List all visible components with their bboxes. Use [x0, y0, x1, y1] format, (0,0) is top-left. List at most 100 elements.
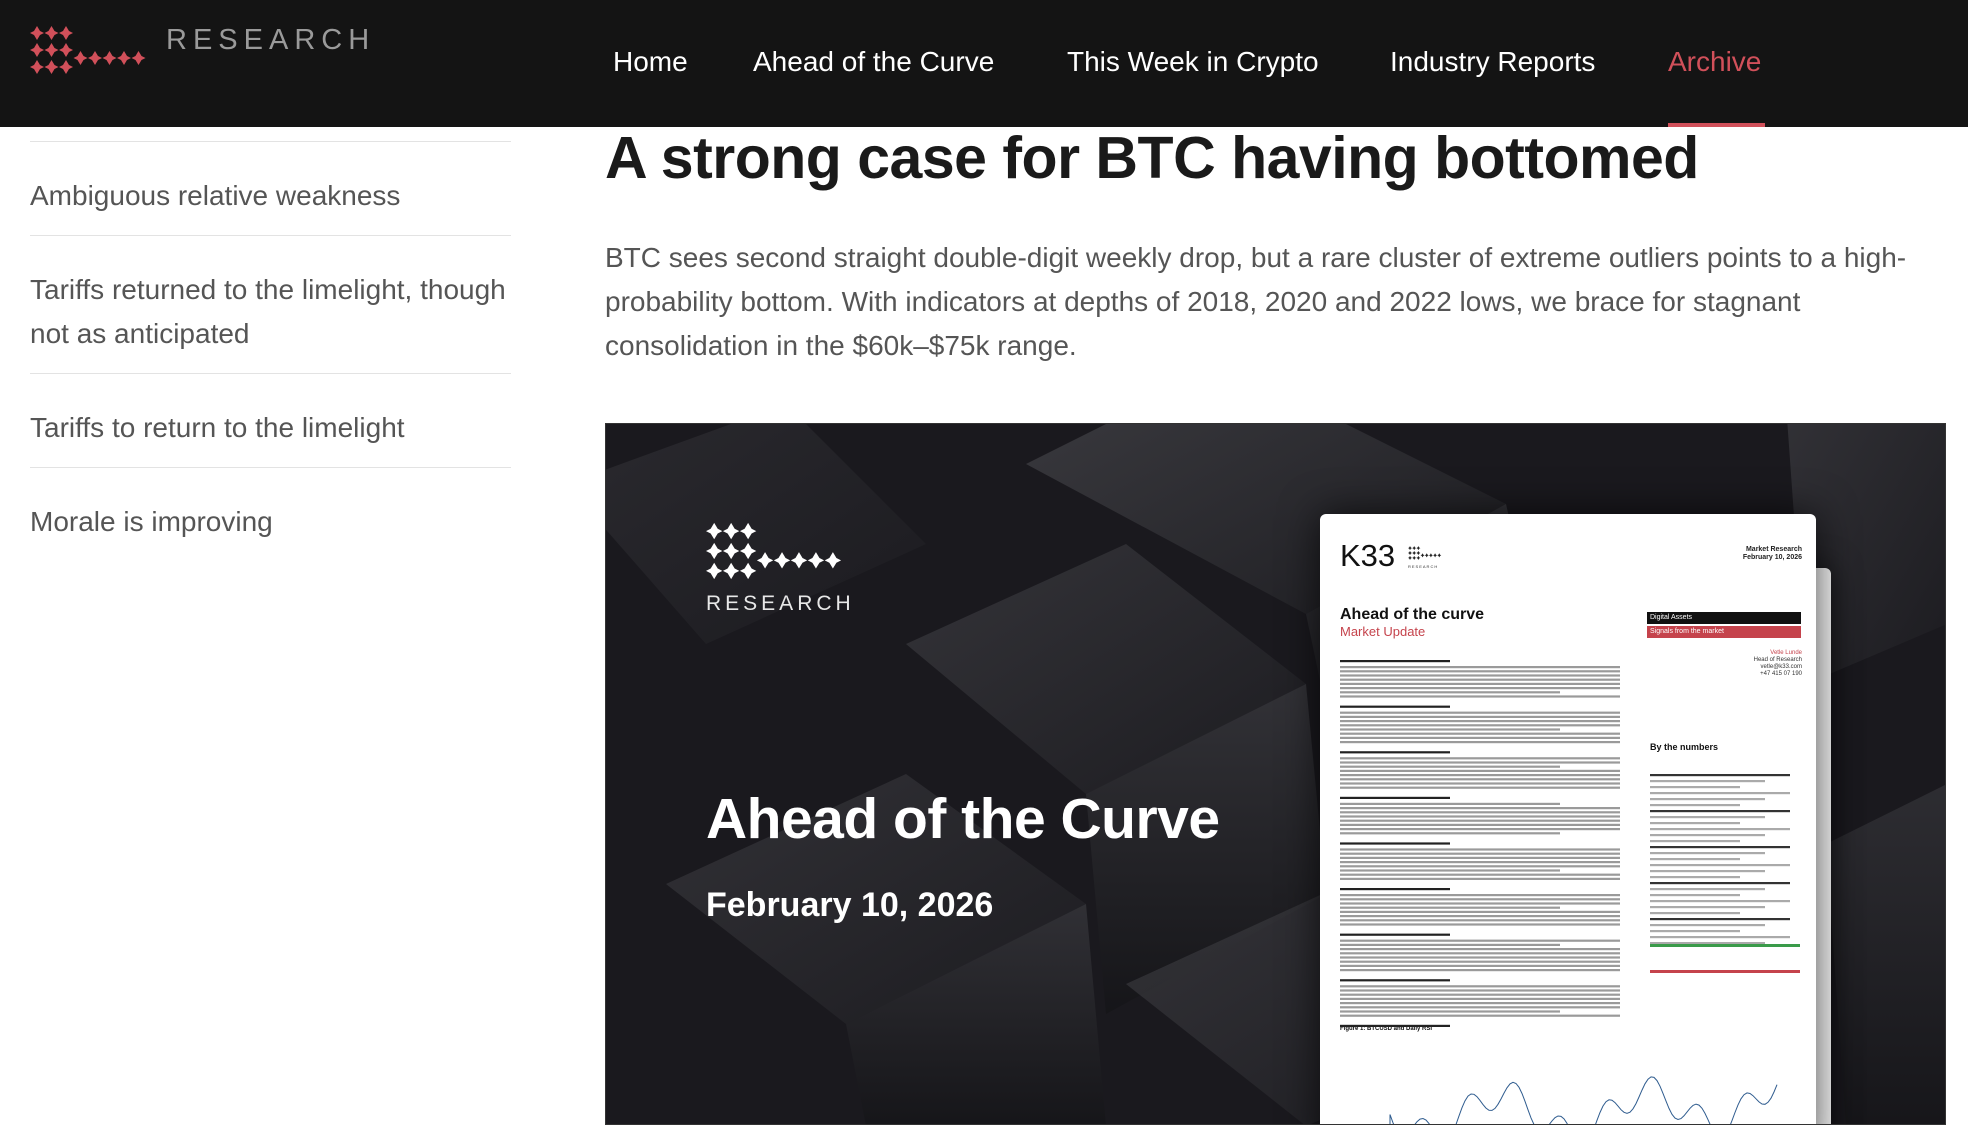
- doc-text-line: [1340, 910, 1620, 913]
- doc-text-line: [1340, 786, 1620, 789]
- doc-text-line: [1340, 956, 1620, 959]
- nav-industry-reports[interactable]: Industry Reports: [1390, 46, 1595, 78]
- logo-diamond: [722, 542, 740, 560]
- article-main: A strong case for BTC having bottomed BT…: [605, 118, 1945, 368]
- doc-red-divider: [1650, 970, 1800, 973]
- doc-text-line: [1650, 828, 1790, 831]
- doc-text-line: [1340, 1010, 1560, 1013]
- doc-text-line: [1650, 852, 1765, 855]
- sidebar-item-morale-is-improving[interactable]: Morale is improving: [30, 467, 511, 561]
- logo-diamond: [739, 522, 757, 540]
- doc-text-line: [1340, 993, 1620, 996]
- logo-diamond: [59, 43, 73, 57]
- doc-text-line: [1340, 811, 1620, 814]
- doc-text-line: [1650, 780, 1765, 783]
- doc-text-line: [1650, 786, 1740, 789]
- doc-text-line: [1340, 741, 1620, 744]
- doc-text-line: [1650, 816, 1765, 819]
- nav-this-week-in-crypto[interactable]: This Week in Crypto: [1067, 46, 1319, 78]
- logo-diamond: [790, 552, 808, 569]
- doc-text-line: [1340, 919, 1620, 922]
- doc-text-line: [1340, 823, 1620, 826]
- nav-archive[interactable]: Archive: [1668, 46, 1761, 78]
- doc-text-line: [1650, 840, 1740, 843]
- logo-diamond: [117, 51, 131, 65]
- doc-text-line: [1340, 769, 1620, 772]
- sidebar-item-ambiguous-relative-weakness[interactable]: Ambiguous relative weakness: [30, 142, 511, 235]
- doc-text-line: [1650, 924, 1765, 927]
- sidebar-item-tariffs-returned[interactable]: Tariffs returned to the limelight, thoug…: [30, 235, 511, 373]
- doc-text-line: [1650, 834, 1765, 837]
- doc-text-line: [1650, 900, 1790, 903]
- doc-text-line: [1340, 711, 1620, 714]
- doc-text-line: [1340, 969, 1620, 972]
- doc-text-line: [1340, 985, 1620, 988]
- doc-text-line: [1340, 842, 1450, 845]
- doc-text-line: [1340, 715, 1620, 718]
- doc-text-line: [1340, 989, 1620, 992]
- doc-text-line: [1650, 942, 1765, 945]
- logo-diamond: [44, 26, 59, 40]
- doc-text-line: [1340, 720, 1620, 723]
- doc-text-line: [1340, 979, 1450, 982]
- logo-diamond: [30, 43, 44, 57]
- logo-diamond: [807, 552, 825, 569]
- top-navigation-bar: RESEARCH Home Ahead of the Curve This We…: [0, 0, 1968, 127]
- doc-text-line: [1650, 918, 1790, 921]
- doc-text-line: [1340, 660, 1450, 663]
- doc-mini-chart-line: [1389, 1076, 1778, 1124]
- doc-text-line: [1340, 674, 1620, 677]
- brand-research-label: RESEARCH: [166, 24, 376, 56]
- logo-diamond: [88, 51, 102, 65]
- doc-text-line: [1340, 856, 1620, 859]
- doc-text-line: [1340, 687, 1620, 690]
- logo-diamond: [739, 542, 757, 560]
- doc-text-line: [1340, 682, 1620, 685]
- doc-text-line: [1340, 670, 1620, 673]
- brand-logo-link[interactable]: [30, 25, 148, 75]
- logo-diamond: [722, 522, 740, 540]
- sidebar-item-tariffs-to-return[interactable]: Tariffs to return to the limelight: [30, 373, 511, 467]
- doc-text-line: [1340, 695, 1620, 698]
- logo-diamond: [30, 26, 44, 40]
- nav-home[interactable]: Home: [613, 46, 688, 78]
- report-page-front: K33 RESEARCH Market Research February 10…: [1320, 514, 1816, 1124]
- doc-text-line: [1650, 858, 1740, 861]
- doc-text-line: [1650, 894, 1740, 897]
- doc-text-line: [1650, 846, 1790, 849]
- doc-text-line: [1340, 1006, 1620, 1009]
- doc-text-line: [1340, 782, 1620, 785]
- doc-text-line: [1340, 774, 1620, 777]
- doc-text-line: [1340, 815, 1620, 818]
- doc-text-line: [1340, 778, 1620, 781]
- doc-text-line: [1340, 873, 1620, 876]
- hero-k33-logo-icon: [706, 522, 842, 580]
- doc-text-line: [1340, 898, 1620, 901]
- doc-text-line: [1340, 761, 1620, 764]
- logo-diamond: [773, 552, 791, 569]
- logo-diamond: [102, 51, 117, 65]
- k33-logo-icon: [30, 26, 146, 74]
- doc-text-line: [1650, 936, 1790, 939]
- doc-text-line: [1340, 960, 1620, 963]
- doc-text-line: [1340, 1002, 1620, 1005]
- doc-text-line: [1340, 852, 1620, 855]
- doc-text-line: [1650, 774, 1790, 777]
- doc-text-line: [1340, 828, 1620, 831]
- hero-date: February 10, 2026: [706, 886, 994, 924]
- doc-text-line: [1340, 865, 1620, 868]
- doc-text-line: [1650, 888, 1765, 891]
- doc-text-line: [1340, 678, 1620, 681]
- doc-text-line: [1340, 964, 1620, 967]
- doc-text-line: [1340, 943, 1560, 946]
- article-hero-image: RESEARCH Ahead of the Curve February 10,…: [605, 423, 1946, 1125]
- doc-text-line: [1340, 1024, 1450, 1027]
- logo-diamond: [706, 562, 723, 580]
- archive-sidebar: Ambiguous relative weakness Tariffs retu…: [30, 127, 511, 561]
- nav-ahead-of-the-curve[interactable]: Ahead of the Curve: [753, 46, 994, 78]
- logo-diamond: [59, 26, 73, 40]
- doc-text-line: [1650, 882, 1790, 885]
- doc-text-line: [1650, 792, 1790, 795]
- doc-text-line: [1340, 751, 1450, 754]
- doc-text-line: [1340, 861, 1620, 864]
